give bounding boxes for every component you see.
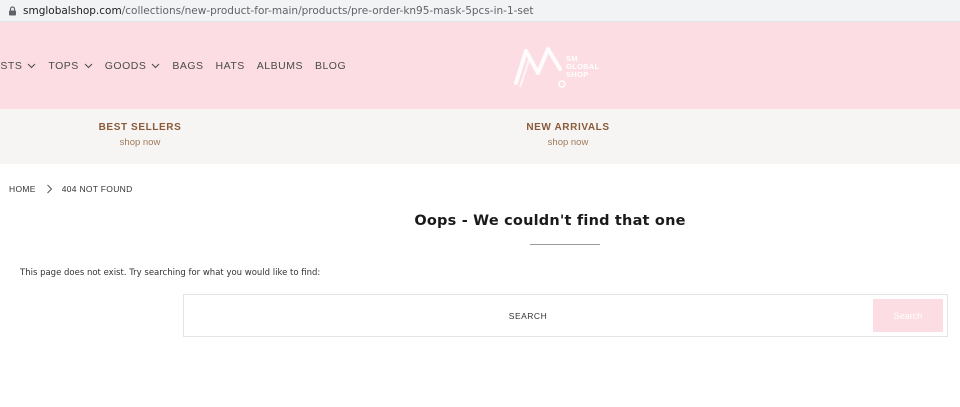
promo-title: NEW ARRIVALS bbox=[526, 122, 610, 133]
promo-title: BEST SELLERS bbox=[98, 122, 182, 133]
browser-address-bar[interactable]: smglobalshop.com/collections/new-product… bbox=[0, 0, 960, 22]
main-nav: ISTS TOPS GOODS BAGS HATS ALBUMS BLOG bbox=[0, 22, 358, 109]
nav-item-label: TOPS bbox=[48, 59, 79, 72]
promo-best-sellers[interactable]: BEST SELLERS shop now bbox=[70, 122, 210, 148]
nav-item-label: ISTS bbox=[0, 59, 23, 72]
search-button[interactable]: Search bbox=[873, 299, 943, 332]
nav-item-artists[interactable]: ISTS bbox=[0, 60, 36, 72]
search-input[interactable] bbox=[184, 295, 872, 336]
title-divider bbox=[530, 244, 600, 245]
site-header: ISTS TOPS GOODS BAGS HATS ALBUMS BLOG bbox=[0, 22, 960, 109]
url-text[interactable]: smglobalshop.com/collections/new-product… bbox=[23, 5, 533, 17]
promo-new-arrivals[interactable]: NEW ARRIVALS shop now bbox=[498, 122, 638, 148]
nav-item-albums[interactable]: ALBUMS bbox=[257, 60, 303, 72]
logo-text: SM GLOBAL SHOP bbox=[566, 55, 599, 79]
search-form: Search bbox=[183, 294, 948, 337]
nav-item-label: ALBUMS bbox=[256, 59, 303, 72]
chevron-down-icon bbox=[27, 63, 36, 68]
promo-link[interactable]: shop now bbox=[498, 137, 638, 148]
nav-item-goods[interactable]: GOODS bbox=[105, 60, 161, 72]
nav-item-bags[interactable]: BAGS bbox=[172, 60, 203, 72]
lock-icon bbox=[9, 5, 16, 15]
url-host: smglobalshop.com bbox=[23, 4, 122, 17]
nav-item-hats[interactable]: HATS bbox=[216, 60, 245, 72]
url-path: /collections/new-product-for-main/produc… bbox=[121, 4, 534, 17]
breadcrumb-home-link[interactable]: HOME bbox=[9, 184, 36, 194]
nav-item-tops[interactable]: TOPS bbox=[48, 59, 93, 72]
sm-logo-icon bbox=[514, 47, 566, 88]
promo-strip: BEST SELLERS shop now NEW ARRIVALS shop … bbox=[0, 109, 960, 164]
logo-line: SHOP bbox=[566, 70, 589, 79]
nav-item-blog[interactable]: BLOG bbox=[315, 60, 346, 72]
not-found-message: This page does not exist. Try searching … bbox=[20, 268, 321, 278]
breadcrumb-current: 404 NOT FOUND bbox=[61, 184, 133, 194]
site-logo[interactable]: SM GLOBAL SHOP bbox=[512, 42, 622, 92]
chevron-right-icon bbox=[46, 184, 52, 194]
breadcrumb: HOME 404 NOT FOUND bbox=[9, 183, 133, 195]
promo-link[interactable]: shop now bbox=[70, 137, 210, 148]
chevron-down-icon bbox=[84, 63, 93, 68]
page-title: Oops - We couldn't find that one bbox=[414, 213, 686, 229]
nav-item-label: BLOG bbox=[314, 59, 347, 72]
chevron-down-icon bbox=[151, 63, 160, 68]
nav-item-label: HATS bbox=[215, 59, 245, 72]
nav-item-label: GOODS bbox=[104, 59, 147, 72]
nav-item-label: BAGS bbox=[172, 59, 204, 72]
